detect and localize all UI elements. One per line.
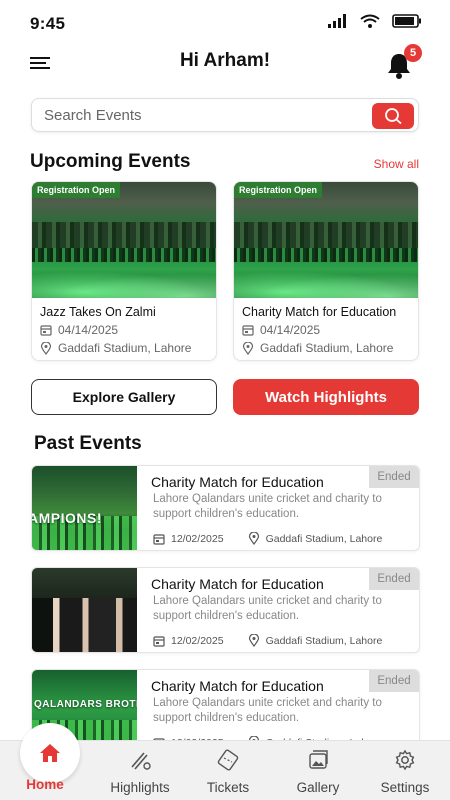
notifications-button[interactable]: 5	[386, 44, 422, 79]
search-bar	[31, 98, 419, 132]
ended-badge: Ended	[369, 466, 419, 488]
event-venue: Gaddafi Stadium, Lahore	[58, 341, 192, 355]
past-event-card[interactable]: Charity Match for Education Ended Lahore…	[31, 567, 420, 653]
event-date: 12/02/2025	[171, 532, 224, 545]
upcoming-events-title: Upcoming Events	[30, 151, 191, 172]
upcoming-event-card[interactable]: Registration Open Charity Match for Educ…	[233, 181, 419, 361]
location-icon	[242, 341, 254, 355]
location-icon	[40, 341, 52, 355]
event-title: Charity Match for Education	[151, 678, 324, 694]
event-venue: Gaddafi Stadium, Lahore	[265, 532, 383, 545]
nav-gallery-label: Gallery	[296, 780, 340, 795]
battery-icon	[392, 14, 421, 28]
event-date: 04/14/2025	[260, 323, 321, 337]
status-time: 9:45	[30, 14, 66, 33]
nav-tickets-label: Tickets	[206, 780, 250, 795]
nav-home-label: Home	[26, 777, 64, 792]
nav-tickets[interactable]: Tickets	[188, 749, 268, 795]
past-event-card[interactable]: AMPIONS! Charity Match for Education End…	[31, 465, 420, 551]
event-title: Charity Match for Education	[151, 474, 324, 490]
event-image: Registration Open	[234, 182, 418, 298]
event-image	[32, 568, 137, 652]
search-icon	[385, 108, 402, 125]
home-icon	[40, 744, 60, 762]
notification-badge: 5	[404, 44, 422, 62]
event-image: AMPIONS!	[32, 466, 137, 550]
ended-badge: Ended	[369, 568, 419, 590]
image-caption: QALANDARS BROTHERS	[34, 699, 137, 710]
nav-highlights[interactable]: Highlights	[100, 749, 180, 795]
status-bar: 9:45	[0, 0, 450, 44]
app-header: Hi Arham! 5	[0, 44, 450, 84]
event-description: Lahore Qalandars unite cricket and chari…	[153, 697, 382, 724]
tickets-icon	[217, 749, 239, 771]
image-caption: AMPIONS!	[32, 510, 102, 526]
location-icon	[248, 532, 259, 545]
search-button[interactable]	[372, 103, 414, 129]
nav-settings-label: Settings	[380, 780, 430, 795]
past-events-title: Past Events	[34, 433, 142, 454]
search-input[interactable]	[44, 99, 364, 131]
upcoming-event-card[interactable]: Registration Open Jazz Takes On Zalmi 04…	[31, 181, 217, 361]
event-venue: Gaddafi Stadium, Lahore	[265, 634, 383, 647]
ended-badge: Ended	[369, 670, 419, 692]
event-image: Registration Open	[32, 182, 216, 298]
event-title: Charity Match for Education	[242, 305, 397, 319]
signal-icon	[328, 14, 346, 28]
nav-gallery[interactable]: Gallery	[278, 749, 358, 795]
nav-home[interactable]: Home	[5, 723, 85, 800]
nav-settings[interactable]: Settings	[365, 749, 445, 795]
event-venue: Gaddafi Stadium, Lahore	[260, 341, 394, 355]
system-icons	[328, 14, 422, 28]
nav-highlights-label: Highlights	[110, 780, 170, 795]
wifi-icon	[360, 14, 380, 28]
gallery-icon	[309, 750, 328, 769]
location-icon	[248, 634, 259, 647]
event-title: Jazz Takes On Zalmi	[40, 305, 156, 319]
greeting-title: Hi Arham!	[179, 50, 271, 71]
registration-badge: Registration Open	[32, 182, 121, 198]
watch-highlights-button[interactable]: Watch Highlights	[233, 379, 419, 415]
calendar-icon	[153, 533, 165, 545]
calendar-icon	[242, 325, 254, 336]
highlights-icon	[131, 752, 151, 770]
home-bubble	[20, 723, 80, 783]
event-description: Lahore Qalandars unite cricket and chari…	[153, 493, 382, 520]
calendar-icon	[153, 635, 165, 647]
event-date: 12/02/2025	[171, 634, 224, 647]
show-all-link[interactable]: Show all	[374, 157, 419, 171]
explore-gallery-button[interactable]: Explore Gallery	[31, 379, 217, 415]
settings-icon	[395, 749, 415, 771]
event-title: Charity Match for Education	[151, 576, 324, 592]
event-date: 04/14/2025	[58, 323, 119, 337]
registration-badge: Registration Open	[234, 182, 323, 198]
event-description: Lahore Qalandars unite cricket and chari…	[153, 595, 382, 622]
calendar-icon	[40, 325, 52, 336]
bottom-navigation: Home Highlights Tickets Gallery Settings	[0, 723, 450, 800]
